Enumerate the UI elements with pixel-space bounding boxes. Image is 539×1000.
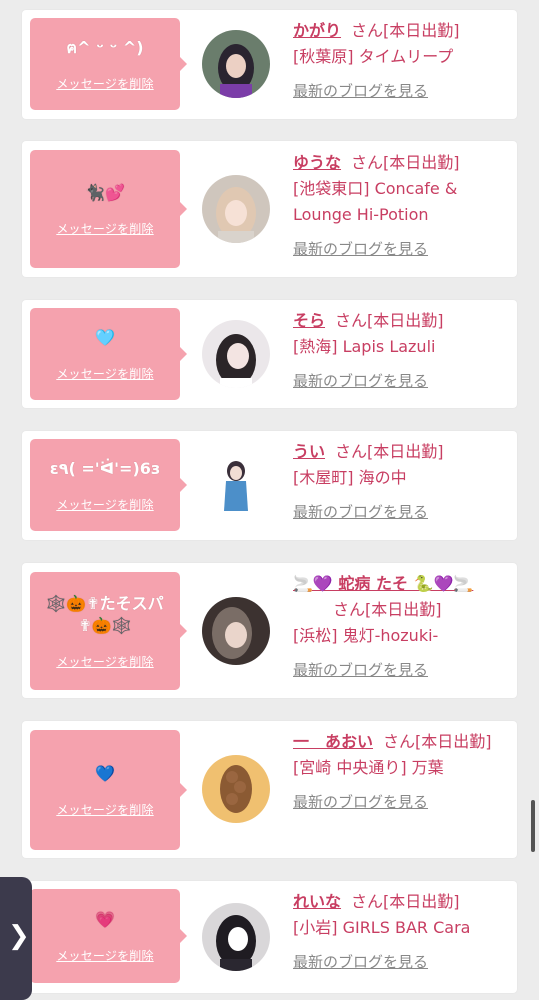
- shop-name: [小岩] GIRLS BAR Cara: [293, 918, 471, 937]
- cast-name-link[interactable]: 🚬💜 蛇病 たそ 🐍💜🚬: [293, 574, 473, 593]
- cast-status: さん[本日出勤]: [351, 21, 460, 40]
- message-text: 🩵: [95, 327, 115, 347]
- scrollbar-thumb[interactable]: [531, 800, 535, 852]
- message-text: 💙: [95, 763, 115, 783]
- message-text: ฅ^ ᵕ ᵕ ^): [66, 37, 144, 57]
- message-bubble: 🩵 メッセージを削除: [30, 308, 187, 400]
- message-bubble: 🕸️🎃✟たそスパ✟🎃🕸️ メッセージを削除: [30, 572, 187, 690]
- side-menu-tab[interactable]: ❯: [0, 877, 32, 1000]
- delete-message-link[interactable]: メッセージを削除: [56, 801, 153, 818]
- delete-message-link[interactable]: メッセージを削除: [56, 653, 153, 670]
- cast-info: 一 あおい さん[本日出勤] [宮崎 中央通り] 万葉 最新のブログを見る: [293, 729, 503, 815]
- message-bubble: ฅ^ ᵕ ᵕ ^) メッセージを削除: [30, 18, 187, 110]
- avatar[interactable]: [202, 755, 270, 823]
- shop-name: [池袋東口] Concafe & Lounge Hi-Potion: [293, 179, 458, 224]
- avatar[interactable]: [202, 30, 270, 98]
- delete-message-link[interactable]: メッセージを削除: [56, 365, 153, 382]
- cast-name-link[interactable]: うい: [293, 442, 325, 461]
- list-item: 🕸️🎃✟たそスパ✟🎃🕸️ メッセージを削除 🚬💜 蛇病 たそ 🐍💜🚬 さん[本日…: [22, 563, 517, 698]
- cast-info: れいな さん[本日出勤] [小岩] GIRLS BAR Cara 最新のブログを見…: [293, 889, 503, 975]
- cast-status: さん[本日出勤]: [383, 732, 492, 751]
- delete-message-link[interactable]: メッセージを削除: [56, 220, 153, 237]
- latest-blog-link[interactable]: 最新のブログを見る: [293, 236, 503, 262]
- shop-name: [木屋町] 海の中: [293, 468, 407, 487]
- avatar[interactable]: [202, 597, 270, 665]
- shop-name: [熱海] Lapis Lazuli: [293, 337, 436, 356]
- list-item: 💗 メッセージを削除 れいな さん[本日出勤] [小岩] GIRLS BAR Ca…: [22, 881, 517, 993]
- list-item: 🐈‍⬛💕 メッセージを削除 ゆうな さん[本日出勤] [池袋東口] Concafe…: [22, 141, 517, 277]
- list-item: 🩵 メッセージを削除 そら さん[本日出勤] [熱海] Lapis Lazuli …: [22, 300, 517, 408]
- cast-status: さん[本日出勤]: [333, 600, 442, 619]
- delete-message-link[interactable]: メッセージを削除: [56, 496, 153, 513]
- cast-status: さん[本日出勤]: [335, 442, 444, 461]
- shop-name: [宮崎 中央通り] 万葉: [293, 758, 444, 777]
- message-text: 🐈‍⬛💕: [85, 182, 125, 202]
- cast-name-link[interactable]: 一 あおい: [293, 732, 373, 751]
- cast-name-link[interactable]: れいな: [293, 892, 341, 911]
- delete-message-link[interactable]: メッセージを削除: [56, 75, 153, 92]
- cast-status: さん[本日出勤]: [351, 153, 460, 172]
- shop-name: [秋葉原] タイムリープ: [293, 47, 454, 66]
- latest-blog-link[interactable]: 最新のブログを見る: [293, 78, 503, 104]
- cast-info: うい さん[本日出勤] [木屋町] 海の中 最新のブログを見る: [293, 439, 503, 525]
- cast-info: そら さん[本日出勤] [熱海] Lapis Lazuli 最新のブログを見る: [293, 308, 503, 394]
- cast-name-link[interactable]: ゆうな: [293, 153, 341, 172]
- list-item: ฅ^ ᵕ ᵕ ^) メッセージを削除 かがり さん[本日出勤] [秋葉原] タイム…: [22, 10, 517, 119]
- avatar[interactable]: [202, 175, 270, 243]
- list-item: ε٩( ='ᐛ'=)6з メッセージを削除 うい さん[本日出勤] [木屋町] 海…: [22, 431, 517, 540]
- list-item: 💙 メッセージを削除 一 あおい さん[本日出勤] [宮崎 中央通り] 万葉 最新…: [22, 721, 517, 858]
- cast-name-link[interactable]: そら: [293, 311, 325, 330]
- latest-blog-link[interactable]: 最新のブログを見る: [293, 657, 503, 683]
- cast-info: 🚬💜 蛇病 たそ 🐍💜🚬 さん[本日出勤] [浜松] 鬼灯-hozuki- 最新…: [293, 571, 503, 683]
- cast-status: さん[本日出勤]: [351, 892, 460, 911]
- shop-name: [浜松] 鬼灯-hozuki-: [293, 626, 439, 645]
- message-bubble: ε٩( ='ᐛ'=)6з メッセージを削除: [30, 439, 187, 531]
- avatar[interactable]: [202, 320, 270, 388]
- chevron-right-icon: ❯: [8, 921, 30, 951]
- avatar[interactable]: [202, 903, 270, 971]
- message-text: 💗: [95, 909, 115, 929]
- latest-blog-link[interactable]: 最新のブログを見る: [293, 789, 503, 815]
- cast-info: ゆうな さん[本日出勤] [池袋東口] Concafe & Lounge Hi-P…: [293, 150, 503, 262]
- message-text: ε٩( ='ᐛ'=)6з: [49, 458, 161, 478]
- message-bubble: 💙 メッセージを削除: [30, 730, 187, 850]
- latest-blog-link[interactable]: 最新のブログを見る: [293, 368, 503, 394]
- avatar[interactable]: [202, 451, 270, 519]
- cast-name-link[interactable]: かがり: [293, 21, 341, 40]
- cast-status: さん[本日出勤]: [335, 311, 444, 330]
- cast-info: かがり さん[本日出勤] [秋葉原] タイムリープ 最新のブログを見る: [293, 18, 503, 104]
- message-bubble: 💗 メッセージを削除: [30, 889, 187, 983]
- message-text: 🕸️🎃✟たそスパ✟🎃🕸️: [46, 593, 164, 635]
- delete-message-link[interactable]: メッセージを削除: [56, 947, 153, 964]
- latest-blog-link[interactable]: 最新のブログを見る: [293, 949, 503, 975]
- latest-blog-link[interactable]: 最新のブログを見る: [293, 499, 503, 525]
- message-bubble: 🐈‍⬛💕 メッセージを削除: [30, 150, 187, 268]
